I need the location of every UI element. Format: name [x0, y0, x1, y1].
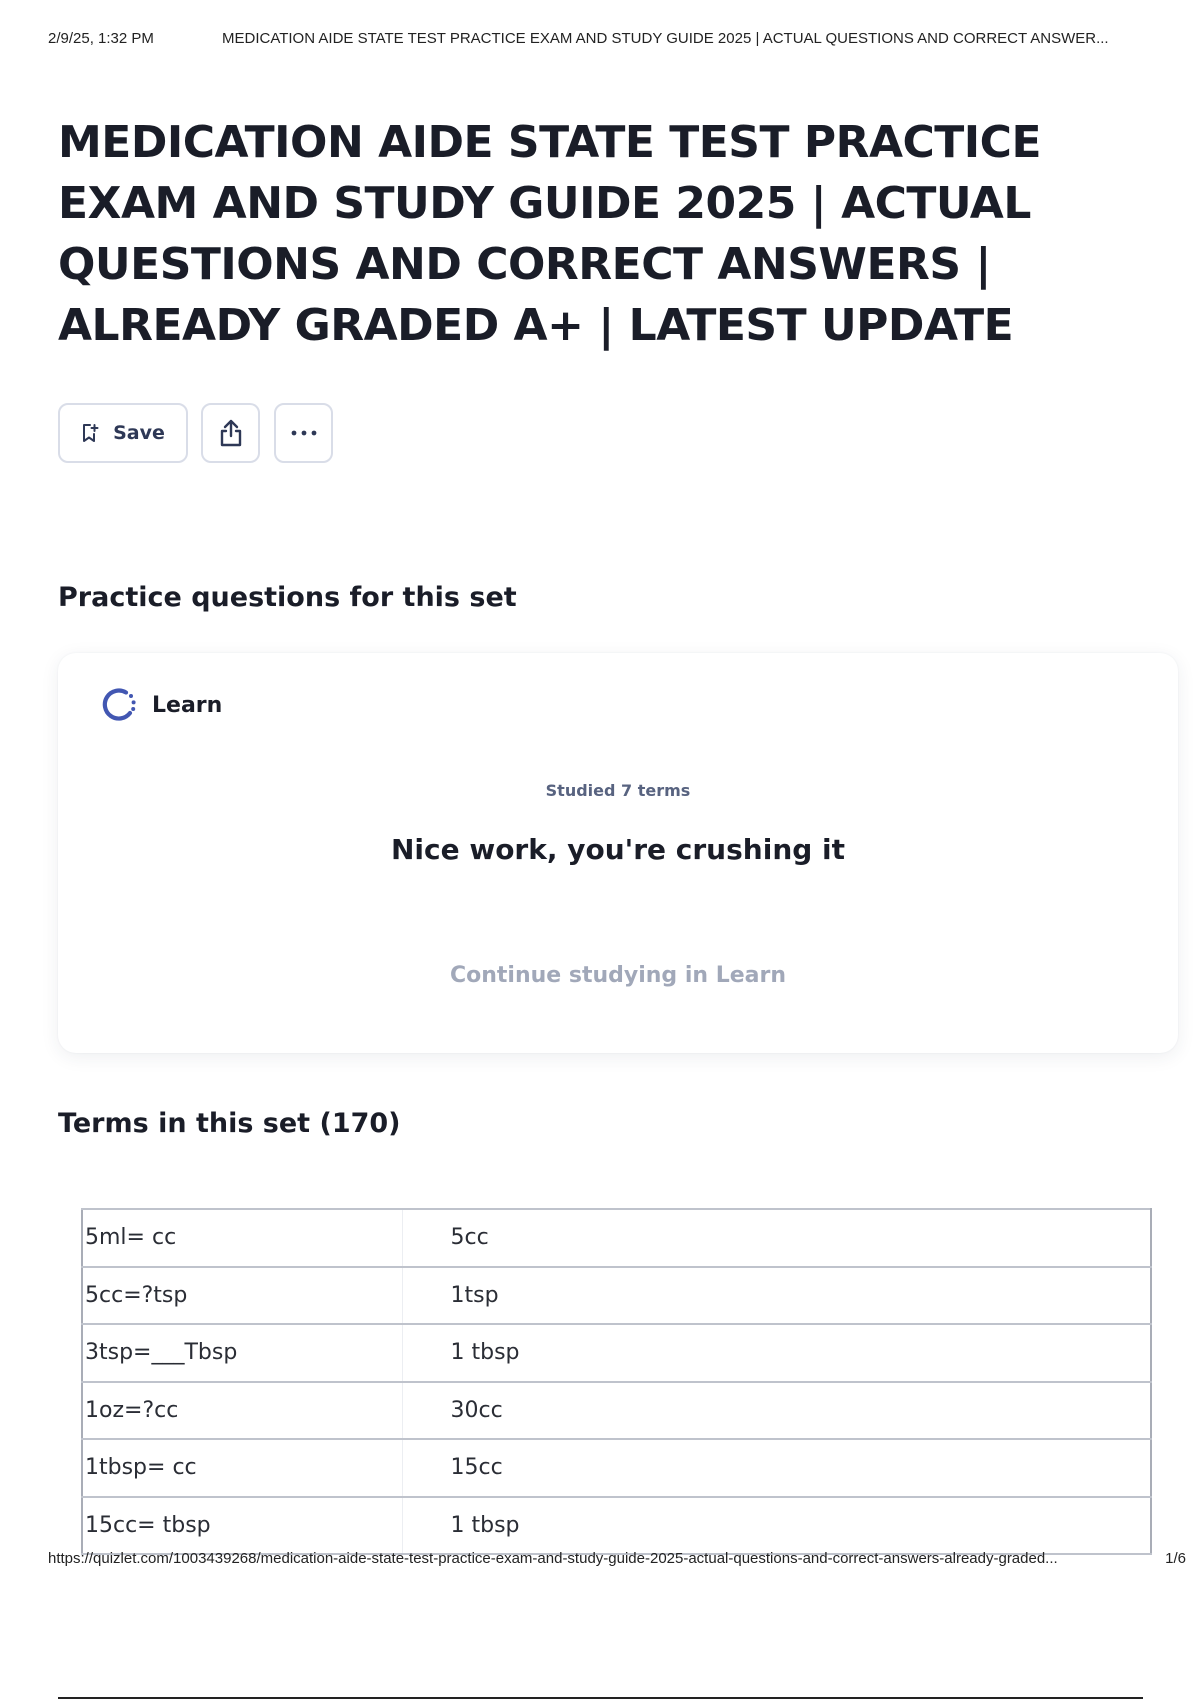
praise-message: Nice work, you're crushing it [390, 833, 846, 866]
term-cell: 1oz=?cc [81, 1380, 403, 1440]
terms-heading: Terms in this set (170) [58, 1108, 401, 1139]
learn-card[interactable]: Learn Studied 7 terms Nice work, you're … [58, 653, 1178, 1053]
term-cell: 5ml= cc [81, 1208, 403, 1268]
table-row: 1tbsp= cc 15cc [81, 1438, 1152, 1498]
more-horizontal-icon [290, 429, 318, 437]
learn-label: Learn [152, 692, 223, 718]
term-cell: 1tbsp= cc [81, 1438, 403, 1498]
definition-cell: 1 tbsp [401, 1323, 1152, 1383]
learn-progress-icon [96, 683, 140, 727]
save-button[interactable]: Save [58, 403, 188, 463]
terms-table: 5ml= cc 5cc 5cc=?tsp 1tsp 3tsp=___Tbsp 1… [81, 1208, 1152, 1555]
learn-header: Learn [96, 683, 222, 727]
table-row: 5ml= cc 5cc [81, 1208, 1152, 1268]
print-header: 2/9/25, 1:32 PM MEDICATION AIDE STATE TE… [48, 30, 1178, 50]
table-row: 15cc= tbsp 1 tbsp [81, 1495, 1152, 1555]
table-row: 3tsp=___Tbsp 1 tbsp [81, 1323, 1152, 1383]
print-doc-title: MEDICATION AIDE STATE TEST PRACTICE EXAM… [222, 30, 1109, 47]
continue-learn-link[interactable]: Continue studying in Learn [58, 963, 1178, 988]
divider [58, 1697, 1143, 1699]
term-cell: 5cc=?tsp [81, 1265, 403, 1325]
share-icon [217, 418, 245, 448]
more-options-button[interactable] [274, 403, 333, 463]
bookmark-plus-icon [81, 423, 99, 443]
print-footer: https://quizlet.com/1003439268/medicatio… [48, 1550, 1186, 1570]
studied-count: Studied 7 terms [545, 781, 691, 800]
definition-cell: 15cc [401, 1438, 1152, 1498]
share-button[interactable] [201, 403, 260, 463]
term-cell: 3tsp=___Tbsp [81, 1323, 403, 1383]
definition-cell: 1 tbsp [401, 1495, 1152, 1555]
print-url: https://quizlet.com/1003439268/medicatio… [48, 1550, 1058, 1567]
definition-cell: 30cc [401, 1380, 1152, 1440]
term-cell: 15cc= tbsp [81, 1495, 403, 1555]
save-label: Save [113, 422, 165, 444]
print-date: 2/9/25, 1:32 PM [48, 30, 154, 47]
table-row: 5cc=?tsp 1tsp [81, 1265, 1152, 1325]
definition-cell: 1tsp [401, 1265, 1152, 1325]
page-title: MEDICATION AIDE STATE TEST PRACTICE EXAM… [58, 117, 1042, 351]
practice-heading: Practice questions for this set [58, 582, 517, 613]
definition-cell: 5cc [401, 1208, 1152, 1268]
page-number: 1/6 [1165, 1550, 1186, 1567]
table-row: 1oz=?cc 30cc [81, 1380, 1152, 1440]
